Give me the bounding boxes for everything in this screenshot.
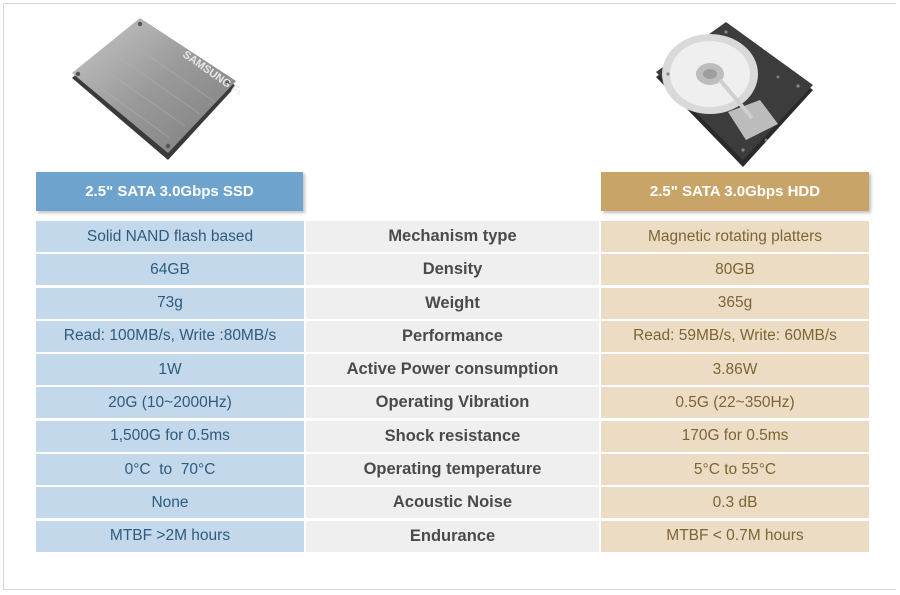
table-row-performance: Read: 100MB/s, Write :80MB/s Performance… <box>36 320 869 352</box>
hdd-value: MTBF < 0.7M hours <box>601 520 869 552</box>
table-row-mechanism-type: Solid NAND flash based Mechanism type Ma… <box>36 221 869 252</box>
ssd-value: Read: 100MB/s, Write :80MB/s <box>36 320 304 352</box>
hdd-value: 0.3 dB <box>601 487 869 519</box>
hdd-value: 80GB <box>601 254 869 286</box>
spec-label: Active Power consumption <box>306 354 599 386</box>
hdd-value: Read: 59MB/s, Write: 60MB/s <box>601 320 869 352</box>
ssd-value: 73g <box>36 287 304 319</box>
spec-label: Endurance <box>306 520 599 552</box>
hdd-value: 170G for 0.5ms <box>601 420 869 452</box>
ssd-value: 1W <box>36 354 304 386</box>
hdd-value: 3.86W <box>601 354 869 386</box>
spec-label: Operating temperature <box>306 454 599 486</box>
ssd-value: 20G (10~2000Hz) <box>36 387 304 419</box>
spec-label: Shock resistance <box>306 420 599 452</box>
table-row-power: 1W Active Power consumption 3.86W <box>36 354 869 386</box>
hdd-column-header: 2.5" SATA 3.0Gbps HDD <box>601 172 869 211</box>
spec-label: Acoustic Noise <box>306 487 599 519</box>
ssd-value: None <box>36 487 304 519</box>
ssd-value: 64GB <box>36 254 304 286</box>
spec-label: Density <box>306 254 599 286</box>
table-row-endurance: MTBF >2M hours Endurance MTBF < 0.7M hou… <box>36 520 869 552</box>
table-row-temperature: 0°C to 70°C Operating temperature 5°C to… <box>36 454 869 486</box>
hdd-value: 5°C to 55°C <box>601 454 869 486</box>
spec-label: Operating Vibration <box>306 387 599 419</box>
spec-label: Performance <box>306 320 599 352</box>
hdd-value: 0.5G (22~350Hz) <box>601 387 869 419</box>
table-row-density: 64GB Density 80GB <box>36 254 869 286</box>
table-row-shock: 1,500G for 0.5ms Shock resistance 170G f… <box>36 420 869 452</box>
spec-label: Weight <box>306 287 599 319</box>
ssd-value: MTBF >2M hours <box>36 520 304 552</box>
hdd-value: Magnetic rotating platters <box>601 221 869 252</box>
hdd-product-image <box>656 22 813 167</box>
table-row-vibration: 20G (10~2000Hz) Operating Vibration 0.5G… <box>36 387 869 419</box>
comparison-table: Solid NAND flash based Mechanism type Ma… <box>36 221 869 554</box>
table-row-noise: None Acoustic Noise 0.3 dB <box>36 487 869 519</box>
spec-label: Mechanism type <box>306 221 599 252</box>
ssd-column-header: 2.5" SATA 3.0Gbps SSD <box>36 172 303 211</box>
table-row-weight: 73g Weight 365g <box>36 287 869 319</box>
ssd-value: Solid NAND flash based <box>36 221 304 252</box>
hdd-value: 365g <box>601 287 869 319</box>
ssd-product-image: SAMSUNG FlashSSD <box>72 18 240 160</box>
ssd-value: 0°C to 70°C <box>36 454 304 486</box>
ssd-value: 1,500G for 0.5ms <box>36 420 304 452</box>
